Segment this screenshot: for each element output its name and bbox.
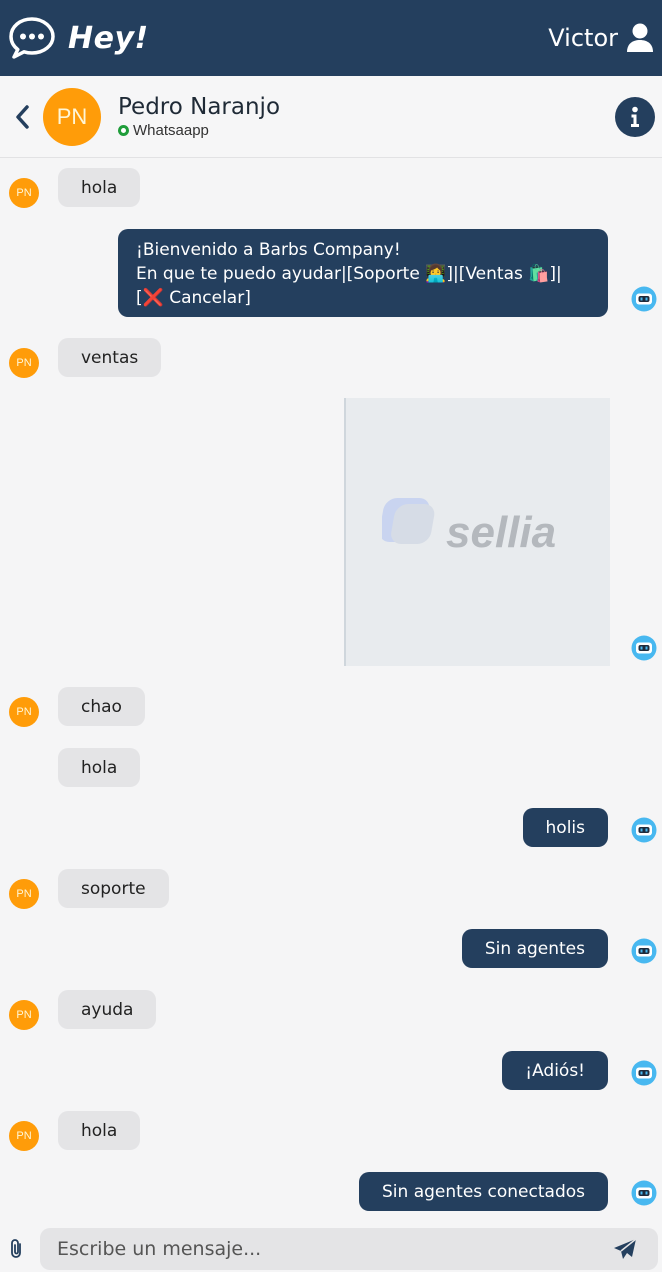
contact-status: Whatsaapp [118,122,280,139]
info-button[interactable] [615,97,655,137]
sender-avatar: PN [9,1121,39,1151]
sender-avatar: PN [9,178,39,208]
sender-avatar: PN [9,348,39,378]
conversation-header: PN Pedro Naranjo Whatsaapp [0,76,662,158]
brand[interactable]: Hey! [8,16,149,60]
chevron-left-icon [16,104,29,129]
user-name: Victor [548,24,618,52]
user-menu[interactable]: Victor [548,23,654,53]
message-composer [0,1224,662,1272]
sellia-logo-icon [382,498,435,544]
bot-icon [631,635,657,661]
info-icon [631,106,639,127]
bot-icon [631,817,657,843]
incoming-message: ventas [58,338,162,377]
outgoing-message: holis [522,808,608,847]
bot-icon [631,938,657,964]
chat-logo-icon [9,17,55,59]
message-input-wrapper [40,1228,658,1270]
bot-icon [631,286,657,312]
bot-icon [631,1180,657,1206]
contact-avatar: PN [43,87,101,146]
outgoing-message: Sin agentes conectados [359,1172,608,1211]
sender-avatar: PN [9,697,39,727]
message-line: En que te puedo ayudar|[Soporte 👩‍💻]|[Ve… [136,264,562,284]
incoming-message: ayuda [58,990,157,1029]
incoming-message: chao [58,687,145,726]
sender-avatar: PN [9,1000,39,1030]
brand-name: Hey! [68,20,149,56]
incoming-message: soporte [58,869,169,908]
back-button[interactable] [2,76,42,158]
send-icon[interactable] [612,1237,638,1261]
message-input[interactable] [40,1228,600,1270]
user-icon [627,23,653,52]
online-status-icon [118,125,129,136]
message-line: ¡Bienvenido a Barbs Company! [136,240,401,260]
image-message[interactable]: sellia [344,398,610,666]
contact-info: Pedro Naranjo Whatsaapp [118,94,280,139]
incoming-message: hola [58,748,141,787]
app-header: Hey! Victor [0,0,662,76]
incoming-message: hola [58,1111,141,1150]
outgoing-message: Sin agentes [461,929,608,968]
sellia-wordmark: sellia [446,508,557,557]
outgoing-message: ¡Adiós! [502,1051,608,1090]
outgoing-message: ¡Bienvenido a Barbs Company! En que te p… [118,229,608,317]
attach-icon[interactable] [7,1237,27,1261]
bot-icon [631,1060,657,1086]
sender-avatar: PN [9,879,39,909]
incoming-message: hola [58,168,141,207]
message-line: [❌ Cancelar] [136,288,251,308]
contact-channel: Whatsaapp [133,122,209,139]
contact-name: Pedro Naranjo [118,94,281,120]
